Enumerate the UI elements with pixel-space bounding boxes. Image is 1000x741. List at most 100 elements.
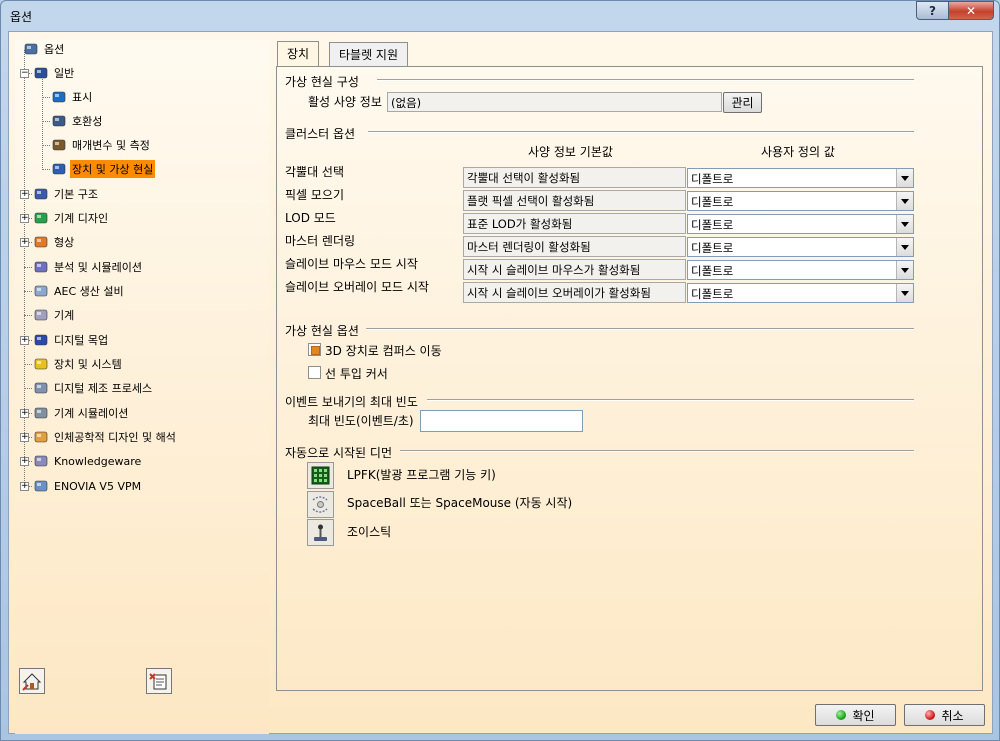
reset-settings-button[interactable]	[146, 668, 172, 694]
options-window: 옵션 ? ✕ 옵션 − 일반표시호환성매개변수 및 측정장치 및 가상 현실 + 기본 …	[0, 0, 1000, 741]
vr-config-group-title: 가상 현실 구성	[285, 75, 359, 89]
chevron-down-icon[interactable]	[896, 284, 913, 302]
machining-simulation-icon	[33, 405, 49, 421]
tree-item[interactable]: 옵션	[23, 40, 66, 58]
close-button[interactable]: ✕	[948, 1, 994, 20]
spaceball-button[interactable]	[307, 491, 334, 518]
tree-guide-line	[24, 267, 32, 268]
cluster-default-value: 각뿔대 선택이 활성화됨	[463, 167, 686, 188]
cluster-user-combo[interactable]: 디폴트로	[687, 168, 914, 188]
tree-item[interactable]: 분석 및 시뮬레이션	[33, 258, 144, 276]
chevron-down-icon[interactable]	[896, 261, 913, 279]
tree-item[interactable]: 장치 및 시스템	[33, 355, 124, 373]
parameters-measure-icon	[51, 137, 67, 153]
lpfk-button[interactable]	[307, 462, 334, 489]
tree-item[interactable]: 매개변수 및 측정	[51, 136, 152, 154]
tree-item-label: 기계 디자인	[54, 212, 109, 225]
tree-guide-line	[24, 364, 32, 365]
tree-expander[interactable]: +	[20, 409, 29, 418]
max-freq-input[interactable]	[420, 410, 583, 432]
tree-item-label: 일반	[54, 67, 75, 80]
tree-item[interactable]: 형상	[33, 233, 76, 251]
cluster-default-value: 표준 LOD가 활성화됨	[463, 213, 686, 234]
lpfk-label: LPFK(발광 프로그램 기능 키)	[347, 468, 496, 482]
tree-item-label: 장치 및 가상 현실	[70, 160, 156, 178]
tree-item-label: 디지털 목업	[54, 334, 109, 347]
cluster-user-combo[interactable]: 디폴트로	[687, 191, 914, 211]
tree-expander[interactable]: +	[20, 238, 29, 247]
tree-item[interactable]: AEC 생산 설비	[33, 282, 126, 300]
tree-item[interactable]: 호환성	[51, 112, 104, 130]
tree-item[interactable]: 장치 및 가상 현실	[51, 160, 156, 178]
tree-expander[interactable]: +	[20, 433, 29, 442]
tree-guide-line	[24, 291, 32, 292]
cluster-default-value: 마스터 렌더링이 활성화됨	[463, 236, 686, 257]
devices-vr-icon	[51, 161, 67, 177]
lock-settings-button[interactable]	[19, 668, 45, 694]
tree-expander[interactable]: +	[20, 482, 29, 491]
digital-process-icon	[33, 380, 49, 396]
tree-expander[interactable]: −	[20, 69, 29, 78]
options-root-icon	[23, 41, 39, 57]
vr-options-group-title: 가상 현실 옵션	[285, 324, 359, 338]
tree-expander[interactable]: +	[20, 336, 29, 345]
tree-guide-line	[42, 145, 50, 146]
cluster-user-combo[interactable]: 디폴트로	[687, 214, 914, 234]
tree-item[interactable]: 디지털 목업	[33, 331, 110, 349]
tree-item[interactable]: 표시	[51, 88, 94, 106]
cluster-user-value: 디폴트로	[691, 264, 734, 278]
tree-item-label: 분석 및 시뮬레이션	[54, 261, 142, 274]
tree-guide-line	[42, 169, 50, 170]
cluster-user-combo[interactable]: 디폴트로	[687, 260, 914, 280]
tree-expander[interactable]: +	[20, 190, 29, 199]
chevron-down-icon[interactable]	[896, 192, 913, 210]
mechanical-design-icon	[33, 210, 49, 226]
spaceball-icon	[312, 496, 328, 513]
cluster-row-label: 픽셀 모으기	[285, 188, 345, 202]
tree-expander[interactable]: +	[20, 214, 29, 223]
ergonomics-icon	[33, 429, 49, 445]
compatibility-icon	[51, 113, 67, 129]
compass-checkbox[interactable]	[308, 343, 321, 356]
cluster-user-value: 디폴트로	[691, 218, 734, 232]
tree-guide-line	[24, 388, 32, 389]
tree-item[interactable]: 기계 디자인	[33, 209, 110, 227]
chevron-down-icon[interactable]	[896, 238, 913, 256]
shape-icon	[33, 234, 49, 250]
tree-item[interactable]: 디지털 제조 프로세스	[33, 379, 154, 397]
tree-item[interactable]: Knowledgeware	[33, 452, 143, 470]
tree-item[interactable]: ENOVIA V5 VPM	[33, 477, 143, 495]
cancel-button[interactable]: 취소	[904, 704, 985, 726]
tree-guide-line	[42, 74, 43, 170]
chevron-down-icon[interactable]	[896, 215, 913, 233]
title-bar[interactable]: 옵션 ? ✕	[1, 1, 999, 31]
options-tree[interactable]: 옵션 − 일반표시호환성매개변수 및 측정장치 및 가상 현실 + 기본 구조 + 기계 디…	[15, 40, 269, 734]
active-profile-label: 활성 사양 정보	[308, 95, 382, 109]
cancel-status-icon	[925, 710, 936, 720]
tree-expander[interactable]: +	[20, 457, 29, 466]
tree-item[interactable]: 인체공학적 디자인 및 해석	[33, 428, 178, 446]
tree-item[interactable]: 기계 시뮬레이션	[33, 404, 130, 422]
tree-item-label: 기계 시뮬레이션	[54, 407, 129, 420]
tree-item[interactable]: 일반	[33, 64, 76, 82]
help-button[interactable]: ?	[916, 1, 949, 20]
cluster-default-value: 플랫 픽셀 선택이 활성화됨	[463, 190, 686, 211]
tree-item-label: 형상	[54, 236, 75, 249]
group-divider	[368, 131, 914, 133]
infrastructure-icon	[33, 186, 49, 202]
joystick-button[interactable]	[307, 519, 334, 546]
tree-item[interactable]: 기계	[33, 306, 76, 324]
chevron-down-icon[interactable]	[896, 169, 913, 187]
tab-devices[interactable]: 장치	[277, 41, 320, 66]
cursor-checkbox[interactable]	[308, 366, 321, 379]
group-divider	[427, 399, 914, 401]
cluster-user-combo[interactable]: 디폴트로	[687, 237, 914, 257]
tree-item-label: AEC 생산 설비	[54, 285, 124, 298]
ok-button[interactable]: 확인	[815, 704, 896, 726]
cluster-user-combo[interactable]: 디폴트로	[687, 283, 914, 303]
manage-button[interactable]: 관리	[723, 92, 762, 113]
aec-plant-icon	[33, 283, 49, 299]
lpfk-keypad-icon	[311, 466, 330, 485]
tree-item[interactable]: 기본 구조	[33, 185, 100, 203]
tab-tablet-support[interactable]: 타블렛 지원	[329, 42, 409, 66]
